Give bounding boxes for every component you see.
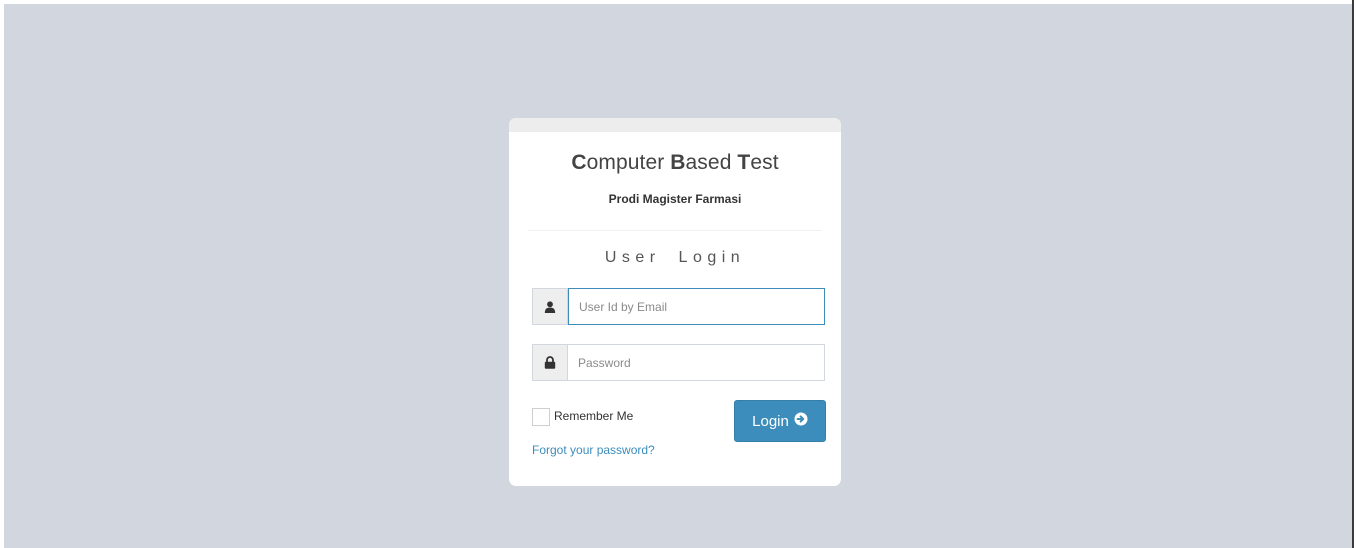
app-title: Computer Based Test <box>509 151 841 175</box>
remember-me-checkbox[interactable] <box>532 408 550 426</box>
app-title-part: omputer <box>586 151 671 174</box>
app-title-part: B <box>670 151 686 174</box>
login-box: Computer Based Test Prodi Magister Farma… <box>509 118 841 486</box>
app-title-part: ased <box>685 151 738 174</box>
login-heading: User Login <box>604 249 746 266</box>
forgot-password-link[interactable]: Forgot your password? <box>532 443 655 457</box>
login-button-label: Login <box>752 412 789 430</box>
app-title-part: T <box>737 151 751 174</box>
login-button[interactable]: Login <box>734 400 826 442</box>
password-group <box>532 344 825 381</box>
remember-me-label: Remember Me <box>554 408 634 423</box>
user-id-input[interactable] <box>568 288 825 325</box>
app-title-part: est <box>750 151 779 174</box>
divider <box>528 230 822 231</box>
lock-icon <box>532 344 568 381</box>
app-subtitle: Prodi Magister Farmasi <box>608 192 742 206</box>
app-title-part: C <box>571 151 587 174</box>
arrow-circle-right-icon <box>794 412 808 430</box>
remember-me[interactable]: Remember Me <box>532 408 633 426</box>
user-id-group <box>532 288 825 325</box>
user-icon <box>532 288 568 325</box>
password-input[interactable] <box>568 344 825 381</box>
window-edge <box>1352 0 1354 548</box>
login-box-header-strip <box>509 118 841 132</box>
